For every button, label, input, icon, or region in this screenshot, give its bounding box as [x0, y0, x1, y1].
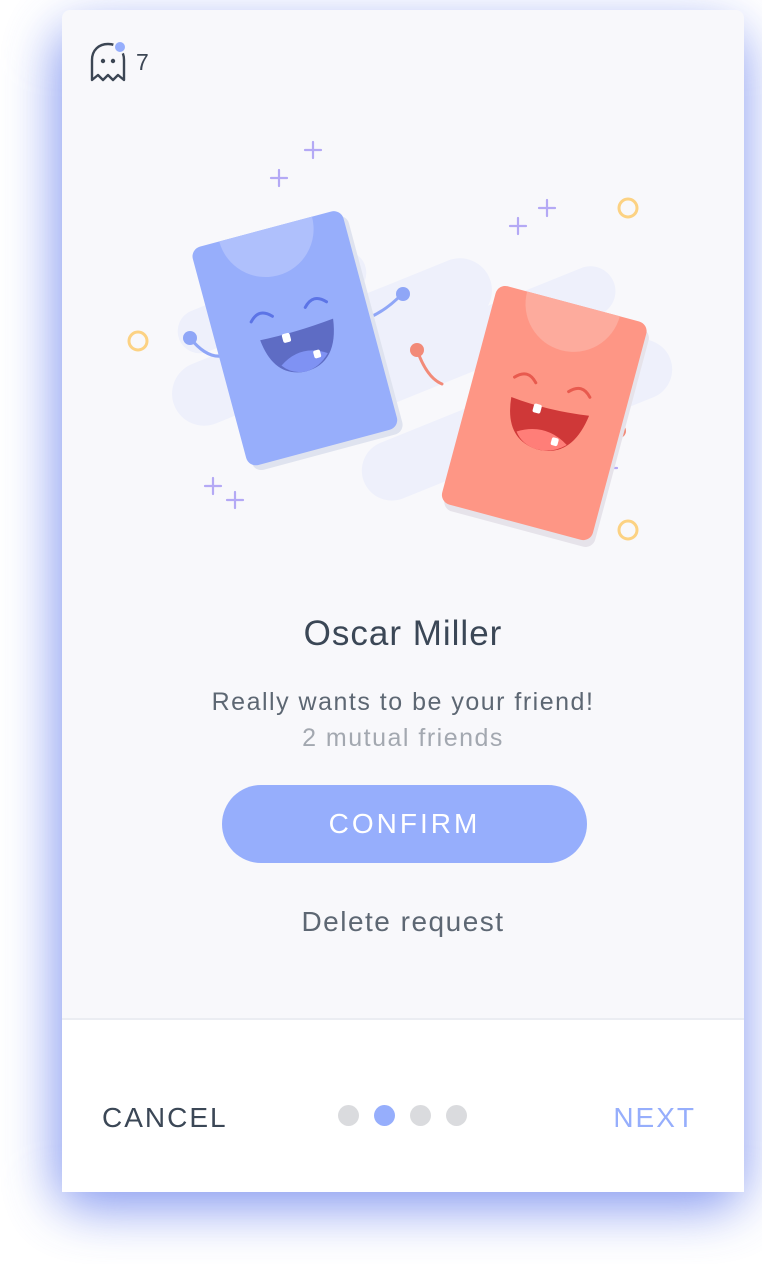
page-dot-2[interactable]	[374, 1105, 395, 1126]
screen: 7 Oscar Miller Really wants to be your f…	[0, 0, 762, 1264]
footer-bar: CANCEL NEXT	[62, 1018, 744, 1192]
page-dot-3[interactable]	[410, 1105, 431, 1126]
cancel-button[interactable]: CANCEL	[102, 1102, 228, 1134]
request-message: Really wants to be your friend!	[211, 688, 595, 716]
confirm-button[interactable]: CONFIRM	[222, 785, 587, 863]
friends-illustration	[127, 140, 673, 547]
page-dot-1[interactable]	[338, 1105, 359, 1126]
page-indicator	[338, 1105, 467, 1126]
next-button[interactable]: NEXT	[613, 1102, 696, 1134]
requester-name: Oscar Miller	[303, 614, 503, 653]
friend-request-card: 7 Oscar Miller Really wants to be your f…	[62, 10, 744, 1192]
page-dot-4[interactable]	[446, 1105, 467, 1126]
mutual-friends-count: 2 mutual friends	[302, 724, 504, 752]
delete-request-link[interactable]: Delete request	[62, 906, 744, 938]
